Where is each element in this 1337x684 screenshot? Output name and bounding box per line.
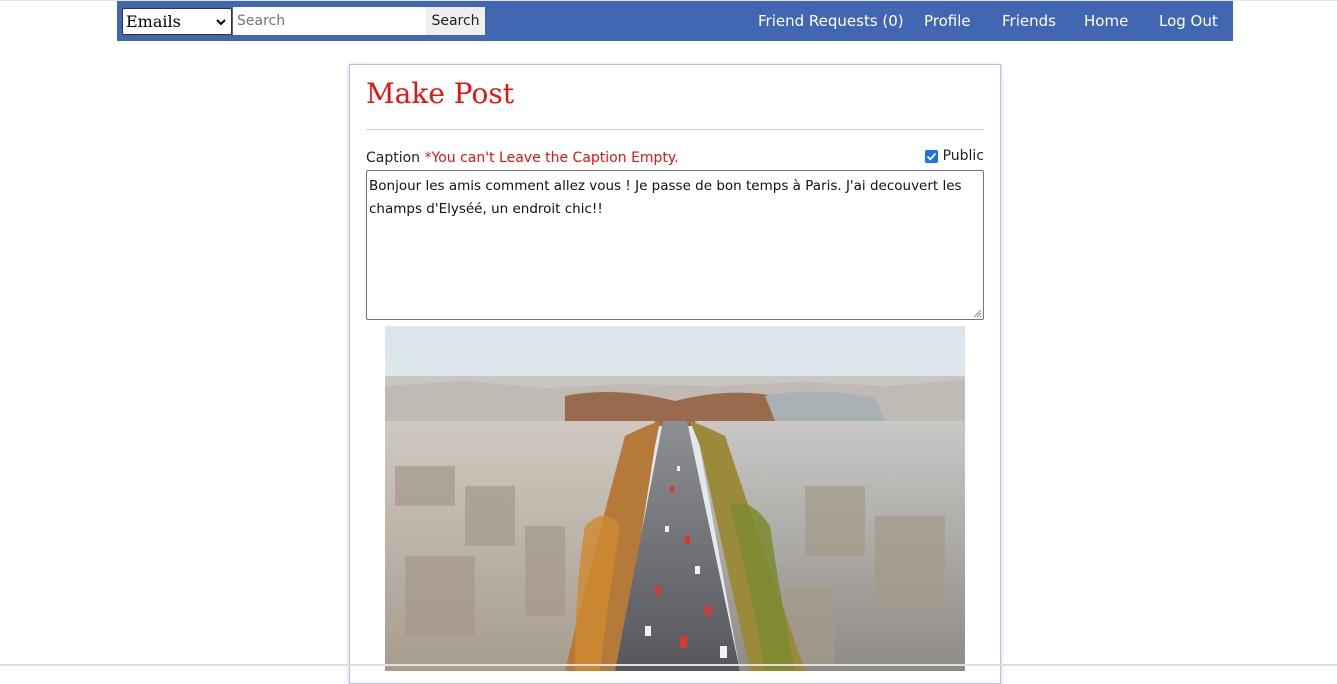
nav-friends-link[interactable]: Friends	[1002, 1, 1056, 41]
public-label: Public	[942, 148, 984, 164]
page-title: Make Post	[366, 77, 514, 110]
search-placeholder: Search	[237, 13, 286, 29]
search-button[interactable]: Search	[426, 7, 485, 35]
public-toggle[interactable]: Public	[924, 148, 984, 164]
nav-profile-link[interactable]: Profile	[924, 1, 971, 41]
public-checkbox[interactable]	[924, 149, 938, 163]
nav-home-link[interactable]: Home	[1084, 1, 1128, 41]
caption-row: Caption *You can't Leave the Caption Emp…	[366, 148, 984, 168]
make-post-card: Make Post Caption *You can't Leave the C…	[349, 64, 1001, 684]
search-filter-select[interactable]: Emails	[122, 8, 232, 35]
checkmark-icon	[926, 152, 936, 161]
caption-textarea[interactable]: Bonjour les amis comment allez vous ! Je…	[366, 170, 984, 320]
caption-text: Bonjour les amis comment allez vous ! Je…	[369, 178, 962, 217]
title-divider	[366, 129, 984, 130]
nav-friend-requests-link[interactable]: Friend Requests (0)	[758, 1, 904, 41]
top-navbar: Emails Search Search Friend Requests (0)…	[117, 1, 1233, 41]
search-input[interactable]: Search	[233, 7, 426, 35]
paris-avenue-photo	[385, 326, 965, 671]
search-filter-value: Emails	[126, 12, 181, 31]
caption-error-message: *You can't Leave the Caption Empty.	[424, 150, 679, 166]
caption-label: Caption	[366, 150, 421, 166]
resize-grip-icon[interactable]	[973, 309, 982, 318]
chevron-down-icon	[216, 18, 226, 25]
post-image	[385, 326, 965, 671]
nav-logout-link[interactable]: Log Out	[1159, 1, 1218, 41]
